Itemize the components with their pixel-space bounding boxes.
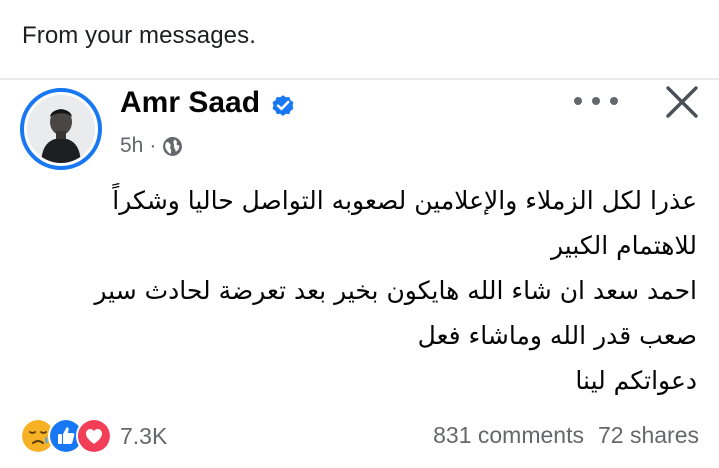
post-meta: 5h ·	[120, 134, 183, 158]
post-text-line: دعواتكم لينا	[575, 366, 697, 395]
globe-icon[interactable]	[162, 136, 183, 157]
love-reaction-icon	[76, 418, 112, 454]
post-timestamp[interactable]: 5h	[120, 134, 143, 158]
dot-icon	[574, 97, 582, 105]
divider	[0, 78, 719, 80]
dot-icon	[592, 97, 600, 105]
avatar-image	[27, 95, 95, 163]
verified-badge-icon	[272, 95, 294, 116]
post-text-line: للاهتمام الكبير	[550, 231, 697, 260]
post-text: عذرا لكل الزملاء والإعلامين لصعوبه التوا…	[7, 178, 697, 403]
engagement-stats: 831 comments 72 shares	[433, 422, 699, 449]
post-text-line: عذرا لكل الزملاء والإعلامين لصعوبه التوا…	[112, 186, 697, 215]
author-name[interactable]: Amr Saad	[120, 86, 260, 120]
reactions-summary[interactable]: 7.3K	[20, 418, 167, 454]
context-label: From your messages.	[22, 22, 256, 49]
more-options-button[interactable]	[574, 86, 618, 116]
comments-count[interactable]: 831 comments	[433, 422, 584, 449]
post-text-line: احمد سعد ان شاء الله هايكون بخير بعد تعر…	[94, 276, 697, 305]
shares-count[interactable]: 72 shares	[598, 422, 699, 449]
avatar-story-ring[interactable]	[20, 88, 102, 170]
reaction-count[interactable]: 7.3K	[120, 423, 167, 450]
avatar[interactable]	[27, 95, 95, 163]
post-text-line: صعب قدر الله وماشاء فعل	[417, 321, 697, 350]
dot-icon	[610, 97, 618, 105]
close-icon[interactable]	[664, 84, 700, 120]
meta-separator: ·	[149, 134, 157, 157]
